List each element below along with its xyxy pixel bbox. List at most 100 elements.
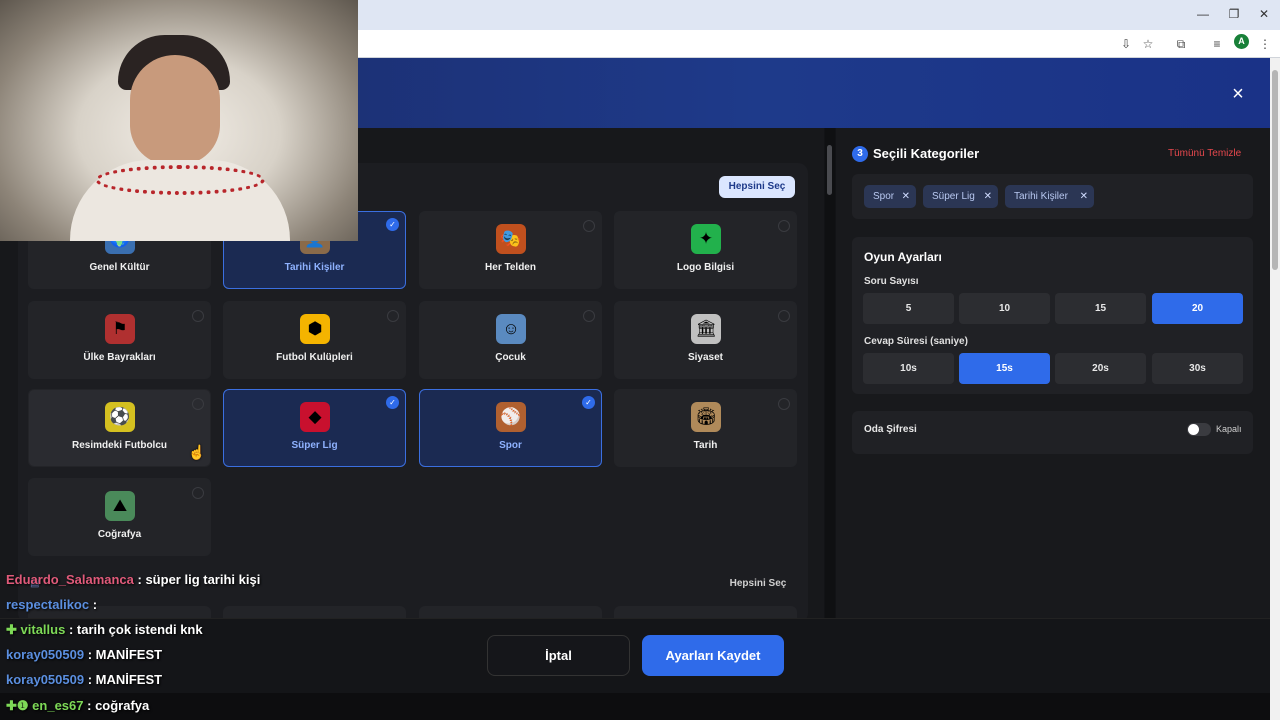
child-icon: ☺ xyxy=(496,314,526,344)
chat-badge-icon: ✚ xyxy=(6,622,17,637)
chat-text: : xyxy=(92,597,98,612)
mouse-cursor-icon: ☝ xyxy=(188,444,206,460)
page-scrollbar-thumb[interactable] xyxy=(1272,70,1278,270)
category-tile[interactable]: ⛰ Coğrafya xyxy=(28,478,211,556)
select-all-button[interactable]: Hepsini Seç xyxy=(719,176,795,198)
wolf-crest-icon: ⬢ xyxy=(300,314,330,344)
browser-menu-icon[interactable]: ⋮ xyxy=(1256,35,1274,53)
radio-indicator[interactable] xyxy=(192,398,204,410)
answer-time-option[interactable]: 15s xyxy=(959,353,1050,384)
category-label: Logo Bilgisi xyxy=(676,262,735,273)
radio-indicator[interactable] xyxy=(583,220,595,232)
chat-text: : süper lig tarihi kişi xyxy=(137,572,261,587)
category-tile[interactable]: 🏛 Siyaset xyxy=(614,301,797,379)
radio-indicator[interactable] xyxy=(778,220,790,232)
category-label: Genel Kültür xyxy=(89,262,150,273)
chat-text: : MANİFEST xyxy=(87,647,163,662)
category-label: Futbol Kulüpleri xyxy=(276,352,353,363)
chat-username: vitallus xyxy=(20,622,66,637)
category-label: Coğrafya xyxy=(97,529,142,540)
answer-time-option[interactable]: 20s xyxy=(1055,353,1146,384)
question-count-option[interactable]: 20 xyxy=(1152,293,1243,324)
clear-all-link[interactable]: Tümünü Temizle xyxy=(1168,148,1241,159)
category-label: Tarihi Kişiler xyxy=(284,262,345,273)
category-tile[interactable]: ⬢ Futbol Kulüpleri xyxy=(223,301,406,379)
chip-label: Spor xyxy=(873,191,895,202)
category-label: Çocuk xyxy=(495,352,526,363)
room-password-label: Oda Şifresi xyxy=(864,424,917,435)
check-icon[interactable]: ✓ xyxy=(386,218,399,231)
chip-tarihi-kisiler: Tarihi Kişiler ✕ xyxy=(1005,185,1094,208)
question-count-label: Soru Sayısı xyxy=(864,276,919,287)
bookmark-star-icon[interactable]: ☆ xyxy=(1139,35,1157,53)
chat-message: respectalikoc : xyxy=(6,597,97,612)
select-all-button-2[interactable]: Hepsini Seç xyxy=(724,576,792,592)
category-tile[interactable]: ◆ ✓ Süper Lig xyxy=(223,389,406,467)
check-icon[interactable]: ✓ xyxy=(582,396,595,409)
category-tile-partial[interactable] xyxy=(614,606,797,618)
bottom-bar xyxy=(0,693,1270,720)
question-count-option[interactable]: 5 xyxy=(863,293,954,324)
radio-indicator[interactable] xyxy=(583,310,595,322)
save-settings-button[interactable]: Ayarları Kaydet xyxy=(642,635,784,676)
selected-count-badge: 3 xyxy=(852,146,868,162)
category-tile[interactable]: ⚑ Ülke Bayrakları xyxy=(28,301,211,379)
chip-remove-icon[interactable]: ✕ xyxy=(1080,185,1088,208)
chat-text: : coğrafya xyxy=(87,698,150,713)
extensions-icon[interactable]: ⧉ xyxy=(1172,35,1190,53)
chat-username: koray050509 xyxy=(6,672,85,687)
footballer-icon: ⚽ xyxy=(105,402,135,432)
chip-label: Süper Lig xyxy=(932,191,975,202)
parliament-icon: 🏛 xyxy=(691,314,721,344)
minimize-button[interactable]: — xyxy=(1193,6,1213,22)
colosseum-icon: 🏟 xyxy=(691,402,721,432)
game-settings-title: Oyun Ayarları xyxy=(864,250,942,264)
mountain-icon: ⛰ xyxy=(105,491,135,521)
window-close-button[interactable]: ✕ xyxy=(1254,6,1274,22)
chip-remove-icon[interactable]: ✕ xyxy=(984,185,992,208)
flag-icon: ⚑ xyxy=(105,314,135,344)
chat-text: : MANİFEST xyxy=(87,672,163,687)
room-password-state: Kapalı xyxy=(1216,424,1242,434)
category-tile[interactable]: 🏟 Tarih xyxy=(614,389,797,467)
category-tile[interactable]: ⚽ Resimdeki Futbolcu xyxy=(28,389,211,467)
category-scrollbar-thumb[interactable] xyxy=(827,145,832,195)
restore-button[interactable]: ❐ xyxy=(1224,6,1244,22)
radio-indicator[interactable] xyxy=(778,398,790,410)
category-tile-partial[interactable] xyxy=(419,606,602,618)
radio-indicator[interactable] xyxy=(192,487,204,499)
modal-close-icon[interactable]: × xyxy=(1226,82,1250,106)
chip-remove-icon[interactable]: ✕ xyxy=(902,185,910,208)
cancel-button[interactable]: İptal xyxy=(487,635,630,676)
chat-username: Eduardo_Salamanca xyxy=(6,572,134,587)
webcam-tinsel xyxy=(95,165,265,195)
chat-badge-icon: ✚❶ xyxy=(6,698,29,713)
chat-text: : tarih çok istendi knk xyxy=(68,622,203,637)
question-count-option[interactable]: 10 xyxy=(959,293,1050,324)
radio-indicator[interactable] xyxy=(192,310,204,322)
category-tile[interactable]: ⚾ ✓ Spor xyxy=(419,389,602,467)
webcam-overlay xyxy=(0,0,358,241)
league-logo-icon: ◆ xyxy=(300,402,330,432)
category-label: Her Telden xyxy=(485,262,536,273)
install-app-icon[interactable]: ⇩ xyxy=(1117,35,1135,53)
radio-indicator[interactable] xyxy=(387,310,399,322)
category-tile[interactable]: 🎭 Her Telden xyxy=(419,211,602,289)
chip-spor: Spor ✕ xyxy=(864,185,916,208)
answer-time-option[interactable]: 30s xyxy=(1152,353,1243,384)
category-tile[interactable]: ☺ Çocuk xyxy=(419,301,602,379)
profile-avatar[interactable]: A xyxy=(1234,34,1249,49)
sports-balls-icon: ⚾ xyxy=(496,402,526,432)
category-scrollbar[interactable] xyxy=(825,128,835,618)
answer-time-option[interactable]: 10s xyxy=(863,353,954,384)
question-count-option[interactable]: 15 xyxy=(1055,293,1146,324)
media-control-icon[interactable]: ≡ xyxy=(1208,35,1226,53)
logo-icon: ✦ xyxy=(691,224,721,254)
category-tile-partial[interactable] xyxy=(223,606,406,618)
radio-indicator[interactable] xyxy=(778,310,790,322)
toggle-knob[interactable] xyxy=(1188,424,1199,435)
mixed-icon: 🎭 xyxy=(496,224,526,254)
check-icon[interactable]: ✓ xyxy=(386,396,399,409)
category-label: Siyaset xyxy=(687,352,724,363)
category-tile[interactable]: ✦ Logo Bilgisi xyxy=(614,211,797,289)
